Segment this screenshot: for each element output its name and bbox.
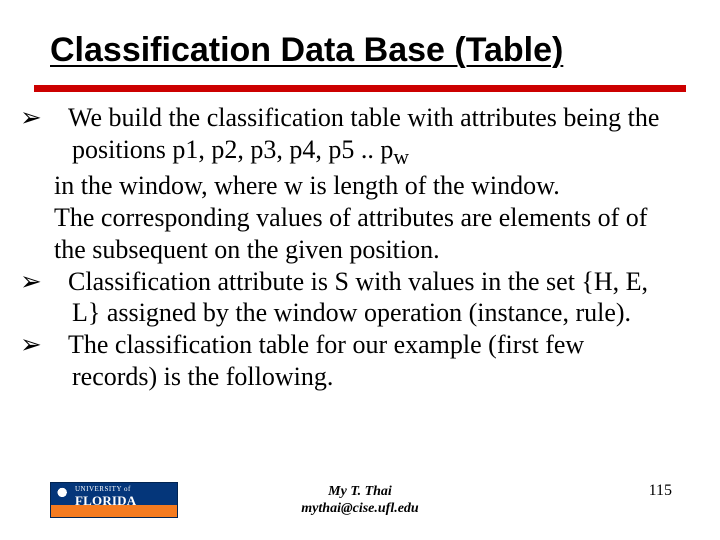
- bullet-1-line-a: in the window, where w is length of the …: [54, 170, 670, 202]
- bullet-3: ➢The classification table for our exampl…: [40, 329, 670, 392]
- bullet-1-line-b: The corresponding values of attributes a…: [54, 202, 670, 265]
- uf-seal-icon: [55, 486, 71, 502]
- slide-body: ➢We build the classification table with …: [40, 102, 670, 392]
- bullet-3-text: The classification table for our example…: [68, 330, 584, 391]
- footer: UNIVERSITY of FLORIDA My T. Thai mythai@…: [0, 468, 720, 518]
- bullet-1: ➢We build the classification table with …: [40, 102, 670, 170]
- page-number: 115: [649, 482, 672, 500]
- uf-logo: UNIVERSITY of FLORIDA: [50, 482, 178, 518]
- author-name: My T. Thai: [301, 484, 418, 501]
- bullet-1-sub: w: [393, 145, 409, 169]
- arrow-icon: ➢: [46, 102, 68, 134]
- arrow-icon: ➢: [46, 266, 68, 298]
- bullet-2-text: Classification attribute is S with value…: [68, 267, 648, 328]
- author-block: My T. Thai mythai@cise.ufl.edu: [301, 484, 418, 518]
- uf-logo-top: UNIVERSITY of: [75, 485, 131, 493]
- bullet-2: ➢Classification attribute is S with valu…: [40, 266, 670, 329]
- title-underline-bar: [34, 85, 686, 92]
- bullet-1-lead: We build the classification table with a…: [68, 103, 659, 164]
- arrow-icon: ➢: [46, 329, 68, 361]
- uf-logo-main: FLORIDA: [75, 493, 136, 509]
- author-email: mythai@cise.ufl.edu: [301, 501, 418, 518]
- slide-title: Classification Data Base (Table): [50, 32, 670, 69]
- slide: Classification Data Base (Table) ➢We bui…: [0, 0, 720, 540]
